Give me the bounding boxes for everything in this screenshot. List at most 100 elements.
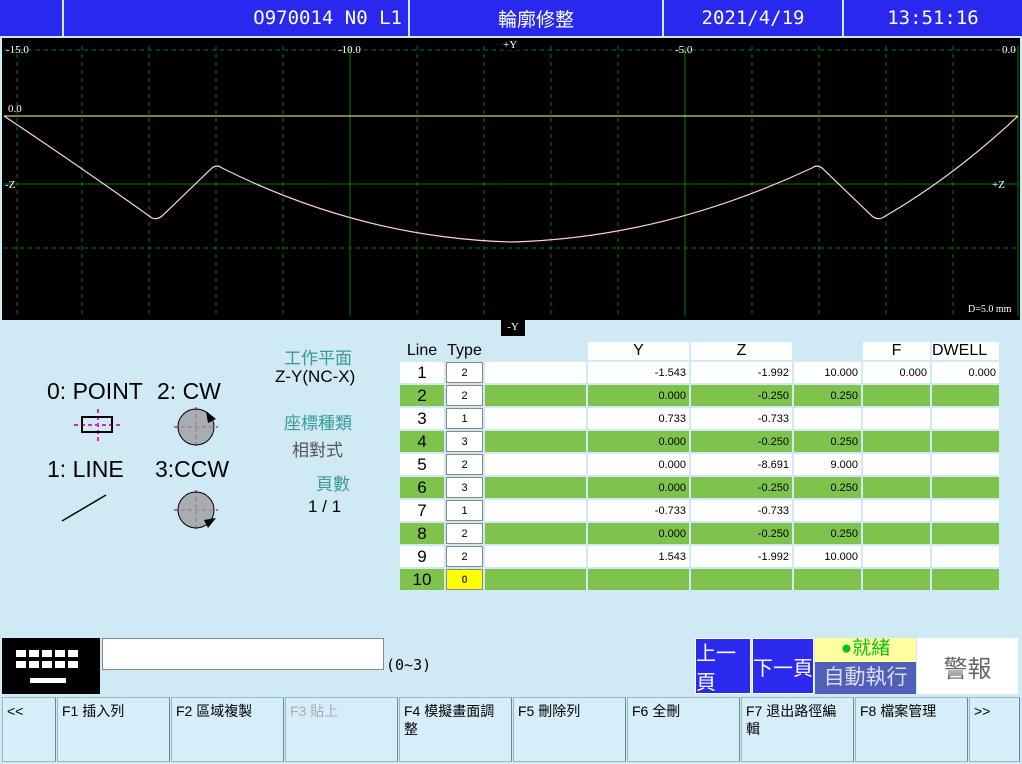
fkey-button-5[interactable]: F5 刪除列 xyxy=(513,697,626,762)
table-row[interactable]: 1 2 -1.543 -1.992 10.000 0.000 0.000 xyxy=(400,362,999,383)
fkey-button-1[interactable]: F1 插入列 xyxy=(57,697,170,762)
fkey-button-8[interactable]: F8 檔案管理 xyxy=(855,697,968,762)
cell-dwell[interactable] xyxy=(932,546,999,567)
fkey-button-3[interactable]: F3 貼上 xyxy=(285,697,398,762)
cell-radius[interactable]: 0.250 xyxy=(794,431,861,452)
command-input[interactable] xyxy=(102,638,384,670)
cell-line[interactable]: 9 xyxy=(400,546,444,567)
cell-z[interactable]: -0.250 xyxy=(691,523,792,544)
table-row[interactable]: 5 2 0.000 -8.691 9.000 xyxy=(400,454,999,475)
cell-y[interactable]: 0.000 xyxy=(588,385,689,406)
fkey-button-6[interactable]: F6 全刪 xyxy=(627,697,740,762)
cell-z[interactable] xyxy=(691,569,792,590)
cell-line[interactable]: 4 xyxy=(400,431,444,452)
next-page-button[interactable]: 下一頁 xyxy=(752,638,814,694)
table-row[interactable]: 2 2 0.000 -0.250 0.250 xyxy=(400,385,999,406)
table-row[interactable]: 10 0 xyxy=(400,569,999,590)
cell-blank[interactable] xyxy=(485,569,586,590)
cell-blank[interactable] xyxy=(485,431,586,452)
cell-blank[interactable] xyxy=(485,500,586,521)
cell-radius[interactable]: 0.250 xyxy=(794,477,861,498)
table-row[interactable]: 3 1 0.733 -0.733 xyxy=(400,408,999,429)
cell-dwell[interactable] xyxy=(932,454,999,475)
cell-f[interactable] xyxy=(863,477,930,498)
cell-f[interactable] xyxy=(863,569,930,590)
table-row[interactable]: 4 3 0.000 -0.250 0.250 xyxy=(400,431,999,452)
cell-dwell[interactable] xyxy=(932,477,999,498)
cell-radius[interactable]: 10.000 xyxy=(794,362,861,383)
cell-y[interactable]: 0.000 xyxy=(588,431,689,452)
cell-blank[interactable] xyxy=(485,523,586,544)
cell-dwell[interactable] xyxy=(932,431,999,452)
cell-type[interactable]: 2 xyxy=(446,523,483,544)
cell-f[interactable] xyxy=(863,546,930,567)
cell-z[interactable]: -1.992 xyxy=(691,362,792,383)
cell-z[interactable]: -0.250 xyxy=(691,477,792,498)
fkey-button-4[interactable]: F4 模擬畫面調整 xyxy=(399,697,512,762)
cell-z[interactable]: -0.733 xyxy=(691,500,792,521)
cell-type[interactable]: 2 xyxy=(446,362,483,383)
cell-line[interactable]: 2 xyxy=(400,385,444,406)
cell-blank[interactable] xyxy=(485,454,586,475)
cell-dwell[interactable]: 0.000 xyxy=(932,362,999,383)
cell-y[interactable]: 0.000 xyxy=(588,523,689,544)
cell-line[interactable]: 6 xyxy=(400,477,444,498)
cell-line[interactable]: 1 xyxy=(400,362,444,383)
fkey-button-9[interactable]: >> xyxy=(969,697,1020,762)
keyboard-button[interactable] xyxy=(2,638,100,694)
cell-dwell[interactable] xyxy=(932,523,999,544)
cell-radius[interactable]: 0.250 xyxy=(794,523,861,544)
cell-y[interactable]: 0.733 xyxy=(588,408,689,429)
cell-type[interactable]: 2 xyxy=(446,454,483,475)
cell-type[interactable]: 2 xyxy=(446,546,483,567)
cell-blank[interactable] xyxy=(485,385,586,406)
cell-radius[interactable] xyxy=(794,408,861,429)
cell-type[interactable]: 0 xyxy=(446,569,483,590)
cell-y[interactable]: 0.000 xyxy=(588,454,689,475)
cell-type[interactable]: 3 xyxy=(446,431,483,452)
cell-blank[interactable] xyxy=(485,362,586,383)
cell-z[interactable]: -0.250 xyxy=(691,431,792,452)
cell-z[interactable]: -8.691 xyxy=(691,454,792,475)
cell-dwell[interactable] xyxy=(932,385,999,406)
cell-z[interactable]: -1.992 xyxy=(691,546,792,567)
table-row[interactable]: 8 2 0.000 -0.250 0.250 xyxy=(400,523,999,544)
cell-type[interactable]: 3 xyxy=(446,477,483,498)
cell-f[interactable]: 0.000 xyxy=(863,362,930,383)
cell-line[interactable]: 8 xyxy=(400,523,444,544)
fkey-button-7[interactable]: F7 退出路徑編輯 xyxy=(741,697,854,762)
cell-blank[interactable] xyxy=(485,546,586,567)
cell-radius[interactable]: 10.000 xyxy=(794,546,861,567)
cell-radius[interactable] xyxy=(794,569,861,590)
cell-blank[interactable] xyxy=(485,408,586,429)
cell-type[interactable]: 2 xyxy=(446,385,483,406)
cell-y[interactable]: -1.543 xyxy=(588,362,689,383)
cell-line[interactable]: 7 xyxy=(400,500,444,521)
fkey-button-0[interactable]: << xyxy=(2,697,56,762)
fkey-button-2[interactable]: F2 區域複製 xyxy=(171,697,284,762)
alarm-button[interactable]: 警報 xyxy=(917,638,1018,694)
cell-z[interactable]: -0.733 xyxy=(691,408,792,429)
cell-line[interactable]: 5 xyxy=(400,454,444,475)
cell-f[interactable] xyxy=(863,431,930,452)
cell-radius[interactable]: 9.000 xyxy=(794,454,861,475)
prev-page-button[interactable]: 上一頁 xyxy=(695,638,751,694)
cell-type[interactable]: 1 xyxy=(446,500,483,521)
cell-f[interactable] xyxy=(863,454,930,475)
cell-dwell[interactable] xyxy=(932,408,999,429)
cell-radius[interactable]: 0.250 xyxy=(794,385,861,406)
cell-f[interactable] xyxy=(863,385,930,406)
cell-f[interactable] xyxy=(863,500,930,521)
cell-radius[interactable] xyxy=(794,500,861,521)
cell-y[interactable]: 1.543 xyxy=(588,546,689,567)
cell-type[interactable]: 1 xyxy=(446,408,483,429)
table-row[interactable]: 6 3 0.000 -0.250 0.250 xyxy=(400,477,999,498)
cell-y[interactable]: -0.733 xyxy=(588,500,689,521)
cell-line[interactable]: 3 xyxy=(400,408,444,429)
auto-run-button[interactable]: 自動執行 xyxy=(815,662,916,694)
table-row[interactable]: 9 2 1.543 -1.992 10.000 xyxy=(400,546,999,567)
cell-z[interactable]: -0.250 xyxy=(691,385,792,406)
cell-blank[interactable] xyxy=(485,477,586,498)
table-row[interactable]: 7 1 -0.733 -0.733 xyxy=(400,500,999,521)
cell-y[interactable]: 0.000 xyxy=(588,477,689,498)
